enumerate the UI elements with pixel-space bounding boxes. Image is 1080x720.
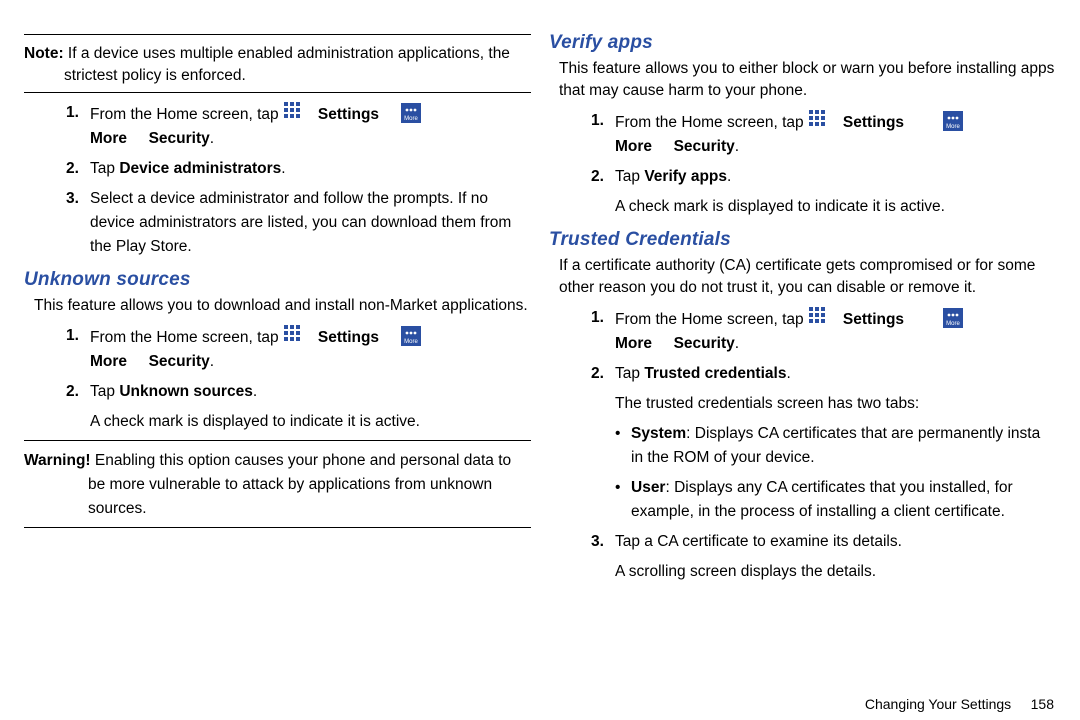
- apps-grid-icon: [808, 306, 830, 328]
- step-number: 1.: [591, 306, 615, 356]
- footer-page-number: 158: [1031, 696, 1054, 712]
- unknown-intro: This feature allows you to download and …: [34, 295, 531, 317]
- verify-step-1: 1. From the Home screen, tap Settings Mo…: [591, 109, 1056, 159]
- more-label: More: [615, 335, 652, 352]
- settings-label: Settings: [843, 311, 904, 328]
- step-text: Tap a CA certificate to examine its deta…: [615, 530, 1056, 554]
- verify-after: A check mark is displayed to indicate it…: [615, 195, 1056, 219]
- admin-step-1: 1. From the Home screen, tap Settings Mo…: [66, 101, 531, 151]
- more-icon: More: [401, 103, 421, 123]
- settings-label: Settings: [318, 329, 379, 346]
- trusted-step-1: 1. From the Home screen, tap Settings Mo…: [591, 306, 1056, 356]
- step-number: 2.: [66, 157, 90, 181]
- trusted-intro: If a certificate authority (CA) certific…: [559, 255, 1056, 300]
- note: Note: If a device uses multiple enabled …: [24, 43, 531, 86]
- step-number: 1.: [66, 324, 90, 374]
- note-label: Note:: [24, 45, 64, 62]
- verify-intro: This feature allows you to either block …: [559, 58, 1056, 103]
- step-number: 1.: [591, 109, 615, 159]
- apps-grid-icon: [808, 109, 830, 131]
- warning-text: Enabling this option causes your phone a…: [88, 452, 511, 517]
- trusted-step-2: 2. Tap Trusted credentials.: [591, 362, 1056, 386]
- admin-step-3: 3. Select a device administrator and fol…: [66, 187, 531, 259]
- settings-label: Settings: [843, 114, 904, 131]
- step-text: Tap: [90, 160, 115, 177]
- security-label: Security: [149, 353, 210, 370]
- bullet-text: : Displays CA certificates that are perm…: [631, 425, 1040, 466]
- page-footer: Changing Your Settings 158: [865, 696, 1054, 712]
- admin-step-2: 2. Tap Device administrators.: [66, 157, 531, 181]
- step-text: Tap: [615, 365, 640, 382]
- trusted-bullet-system: System: Displays CA certificates that ar…: [615, 422, 1056, 470]
- bullet-bold: User: [631, 479, 665, 496]
- divider: [24, 440, 531, 441]
- right-column: Verify apps This feature allows you to e…: [549, 28, 1056, 588]
- divider: [24, 92, 531, 93]
- settings-label: Settings: [318, 106, 379, 123]
- step-text: Tap: [90, 383, 115, 400]
- trusted-after3: A scrolling screen displays the details.: [615, 560, 1056, 584]
- trusted-bullet-user: User: Displays any CA certificates that …: [615, 476, 1056, 524]
- security-label: Security: [149, 130, 210, 147]
- step-bold: Device administrators: [119, 160, 281, 177]
- step-number: 3.: [66, 187, 90, 259]
- trusted-step-3: 3. Tap a CA certificate to examine its d…: [591, 530, 1056, 554]
- more-label: More: [90, 353, 127, 370]
- more-icon: More: [943, 308, 963, 328]
- svg-text:More: More: [946, 321, 960, 327]
- security-label: Security: [674, 335, 735, 352]
- svg-text:More: More: [946, 124, 960, 130]
- section-trusted-credentials: Trusted Credentials: [549, 229, 1056, 251]
- verify-step-2: 2. Tap Verify apps.: [591, 165, 1056, 189]
- footer-chapter: Changing Your Settings: [865, 696, 1011, 712]
- more-label: More: [90, 130, 127, 147]
- svg-text:More: More: [404, 116, 418, 122]
- bullet-bold: System: [631, 425, 686, 442]
- security-label: Security: [674, 138, 735, 155]
- apps-grid-icon: [283, 101, 305, 123]
- divider: [24, 527, 531, 528]
- apps-grid-icon: [283, 324, 305, 346]
- bullet-text: : Displays any CA certificates that you …: [631, 479, 1013, 520]
- left-column: Note: If a device uses multiple enabled …: [24, 28, 531, 588]
- step-bold: Unknown sources: [119, 383, 253, 400]
- step-number: 3.: [591, 530, 615, 554]
- more-icon: More: [401, 326, 421, 346]
- warning-label: Warning!: [24, 452, 91, 469]
- step-number: 2.: [66, 380, 90, 404]
- warning: Warning! Enabling this option causes you…: [24, 449, 531, 521]
- section-verify-apps: Verify apps: [549, 32, 1056, 54]
- unknown-after: A check mark is displayed to indicate it…: [90, 410, 531, 434]
- step-text: From the Home screen, tap: [615, 311, 804, 328]
- step-text: From the Home screen, tap: [90, 329, 279, 346]
- svg-text:More: More: [404, 339, 418, 345]
- trusted-after2: The trusted credentials screen has two t…: [615, 392, 1056, 416]
- step-bold: Trusted credentials: [644, 365, 786, 382]
- more-icon: More: [943, 111, 963, 131]
- step-text: Select a device administrator and follow…: [90, 187, 531, 259]
- step-bold: Verify apps: [644, 168, 727, 185]
- step-number: 2.: [591, 165, 615, 189]
- divider: [24, 34, 531, 35]
- step-text: Tap: [615, 168, 640, 185]
- step-number: 2.: [591, 362, 615, 386]
- unknown-step-2: 2. Tap Unknown sources.: [66, 380, 531, 404]
- step-number: 1.: [66, 101, 90, 151]
- unknown-step-1: 1. From the Home screen, tap Settings Mo…: [66, 324, 531, 374]
- more-label: More: [615, 138, 652, 155]
- section-unknown-sources: Unknown sources: [24, 269, 531, 291]
- note-text: If a device uses multiple enabled admini…: [64, 45, 510, 84]
- step-text: From the Home screen, tap: [90, 106, 279, 123]
- step-text: From the Home screen, tap: [615, 114, 804, 131]
